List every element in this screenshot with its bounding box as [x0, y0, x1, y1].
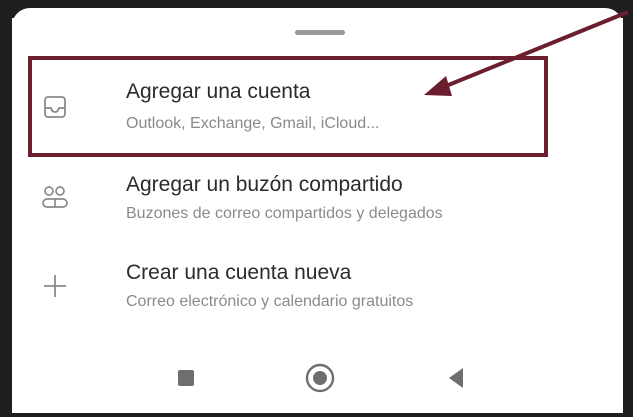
back-triangle-icon[interactable]	[436, 358, 476, 398]
recents-square-icon[interactable]	[166, 358, 206, 398]
android-navigation-bar	[12, 358, 623, 413]
menu-item-create-account[interactable]: Crear una cuenta nueva Correo electrónic…	[12, 251, 623, 333]
menu-item-subtitle: Buzones de correo compartidos y delegado…	[126, 205, 443, 222]
plus-icon	[38, 269, 72, 303]
menu-item-title: Agregar una cuenta	[126, 80, 311, 103]
drag-handle[interactable]	[295, 30, 345, 35]
menu-item-title: Crear una cuenta nueva	[126, 261, 352, 284]
shared-mailbox-icon	[38, 181, 72, 215]
bottom-sheet: Agregar una cuenta Outlook, Exchange, Gm…	[12, 8, 623, 413]
menu-item-add-shared-mailbox[interactable]: Agregar un buzón compartido Buzones de c…	[12, 163, 623, 245]
menu-item-title: Agregar un buzón compartido	[126, 173, 403, 196]
home-circle-icon[interactable]	[300, 358, 340, 398]
phone-frame-right	[623, 0, 633, 417]
inbox-icon	[38, 90, 72, 124]
phone-frame-bottom	[0, 413, 633, 417]
menu-item-subtitle: Outlook, Exchange, Gmail, iCloud...	[126, 115, 380, 132]
screenshot: Agregar una cuenta Outlook, Exchange, Gm…	[0, 0, 633, 417]
menu-item-subtitle: Correo electrónico y calendario gratuito…	[126, 293, 414, 310]
menu-item-add-account[interactable]: Agregar una cuenta Outlook, Exchange, Gm…	[12, 68, 623, 150]
phone-frame-left	[0, 0, 12, 417]
